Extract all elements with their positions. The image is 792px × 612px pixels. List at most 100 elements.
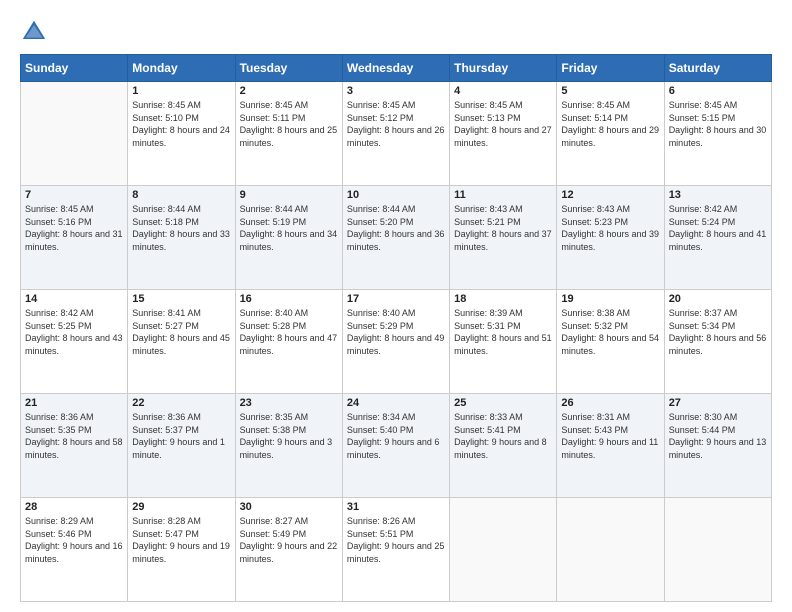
day-info: Sunrise: 8:26 AM Sunset: 5:51 PM Dayligh…: [347, 515, 445, 565]
day-info: Sunrise: 8:28 AM Sunset: 5:47 PM Dayligh…: [132, 515, 230, 565]
day-info: Sunrise: 8:45 AM Sunset: 5:14 PM Dayligh…: [561, 99, 659, 149]
day-info: Sunrise: 8:45 AM Sunset: 5:13 PM Dayligh…: [454, 99, 552, 149]
day-number: 30: [240, 501, 338, 513]
day-info: Sunrise: 8:31 AM Sunset: 5:43 PM Dayligh…: [561, 411, 659, 461]
calendar-cell: 8 Sunrise: 8:44 AM Sunset: 5:18 PM Daylig…: [128, 186, 235, 290]
day-number: 11: [454, 189, 552, 201]
day-number: 20: [669, 293, 767, 305]
calendar-cell: 21Sunrise: 8:36 AM Sunset: 5:35 PM Dayli…: [21, 394, 128, 498]
day-number: 7: [25, 189, 123, 201]
day-number: 12: [561, 189, 659, 201]
day-number: 4: [454, 85, 552, 97]
calendar-cell: 3 Sunrise: 8:45 AM Sunset: 5:12 PM Daylig…: [342, 82, 449, 186]
day-info: Sunrise: 8:36 AM Sunset: 5:37 PM Dayligh…: [132, 411, 230, 461]
calendar-cell: 11 Sunrise: 8:43 AM Sunset: 5:21 PM Dayli…: [450, 186, 557, 290]
day-number: 19: [561, 293, 659, 305]
day-number: 5: [561, 85, 659, 97]
day-info: Sunrise: 8:40 AM Sunset: 5:28 PM Dayligh…: [240, 307, 338, 357]
day-number: 31: [347, 501, 445, 513]
calendar-header-row: SundayMondayTuesdayWednesdayThursdayFrid…: [21, 55, 772, 82]
calendar-cell: 6 Sunrise: 8:45 AM Sunset: 5:15 PM Daylig…: [664, 82, 771, 186]
calendar-header-sunday: Sunday: [21, 55, 128, 82]
calendar-cell: 2Sunrise: 8:45 AM Sunset: 5:11 PM Daylig…: [235, 82, 342, 186]
calendar-header-tuesday: Tuesday: [235, 55, 342, 82]
calendar-week-row: 7 Sunrise: 8:45 AM Sunset: 5:16 PM Daylig…: [21, 186, 772, 290]
day-number: 28: [25, 501, 123, 513]
calendar-header-thursday: Thursday: [450, 55, 557, 82]
calendar-cell: 5 Sunrise: 8:45 AM Sunset: 5:14 PM Daylig…: [557, 82, 664, 186]
day-number: 15: [132, 293, 230, 305]
day-number: 1: [132, 85, 230, 97]
calendar-cell: 25Sunrise: 8:33 AM Sunset: 5:41 PM Dayli…: [450, 394, 557, 498]
calendar-cell: 12 Sunrise: 8:43 AM Sunset: 5:23 PM Dayli…: [557, 186, 664, 290]
day-number: 29: [132, 501, 230, 513]
calendar-week-row: 14 Sunrise: 8:42 AM Sunset: 5:25 PM Dayli…: [21, 290, 772, 394]
calendar-header-saturday: Saturday: [664, 55, 771, 82]
calendar-cell: 27Sunrise: 8:30 AM Sunset: 5:44 PM Dayli…: [664, 394, 771, 498]
day-info: Sunrise: 8:44 AM Sunset: 5:19 PM Dayligh…: [240, 203, 338, 253]
calendar-cell: 16 Sunrise: 8:40 AM Sunset: 5:28 PM Dayli…: [235, 290, 342, 394]
day-info: Sunrise: 8:33 AM Sunset: 5:41 PM Dayligh…: [454, 411, 552, 461]
calendar-cell: 20Sunrise: 8:37 AM Sunset: 5:34 PM Dayli…: [664, 290, 771, 394]
day-number: 16: [240, 293, 338, 305]
day-info: Sunrise: 8:42 AM Sunset: 5:25 PM Dayligh…: [25, 307, 123, 357]
day-info: Sunrise: 8:42 AM Sunset: 5:24 PM Dayligh…: [669, 203, 767, 253]
calendar-cell: 29 Sunrise: 8:28 AM Sunset: 5:47 PM Dayli…: [128, 498, 235, 602]
calendar-cell: 9 Sunrise: 8:44 AM Sunset: 5:19 PM Daylig…: [235, 186, 342, 290]
day-number: 13: [669, 189, 767, 201]
day-info: Sunrise: 8:45 AM Sunset: 5:12 PM Dayligh…: [347, 99, 445, 149]
day-info: Sunrise: 8:44 AM Sunset: 5:20 PM Dayligh…: [347, 203, 445, 253]
logo-icon: [20, 18, 48, 46]
day-info: Sunrise: 8:40 AM Sunset: 5:29 PM Dayligh…: [347, 307, 445, 357]
day-info: Sunrise: 8:38 AM Sunset: 5:32 PM Dayligh…: [561, 307, 659, 357]
page: SundayMondayTuesdayWednesdayThursdayFrid…: [0, 0, 792, 612]
calendar-week-row: 28 Sunrise: 8:29 AM Sunset: 5:46 PM Dayli…: [21, 498, 772, 602]
calendar-cell: 17Sunrise: 8:40 AM Sunset: 5:29 PM Dayli…: [342, 290, 449, 394]
calendar-cell: [664, 498, 771, 602]
day-number: 27: [669, 397, 767, 409]
day-info: Sunrise: 8:45 AM Sunset: 5:15 PM Dayligh…: [669, 99, 767, 149]
calendar-cell: [557, 498, 664, 602]
calendar-week-row: 21Sunrise: 8:36 AM Sunset: 5:35 PM Dayli…: [21, 394, 772, 498]
calendar-cell: 24 Sunrise: 8:34 AM Sunset: 5:40 PM Dayli…: [342, 394, 449, 498]
day-number: 2: [240, 85, 338, 97]
calendar-cell: 4 Sunrise: 8:45 AM Sunset: 5:13 PM Daylig…: [450, 82, 557, 186]
calendar-cell: 26 Sunrise: 8:31 AM Sunset: 5:43 PM Dayli…: [557, 394, 664, 498]
day-number: 9: [240, 189, 338, 201]
day-info: Sunrise: 8:43 AM Sunset: 5:23 PM Dayligh…: [561, 203, 659, 253]
day-info: Sunrise: 8:45 AM Sunset: 5:10 PM Dayligh…: [132, 99, 230, 149]
day-number: 3: [347, 85, 445, 97]
calendar-cell: 31 Sunrise: 8:26 AM Sunset: 5:51 PM Dayli…: [342, 498, 449, 602]
calendar-cell: 23 Sunrise: 8:35 AM Sunset: 5:38 PM Dayli…: [235, 394, 342, 498]
day-number: 26: [561, 397, 659, 409]
day-info: Sunrise: 8:43 AM Sunset: 5:21 PM Dayligh…: [454, 203, 552, 253]
day-number: 6: [669, 85, 767, 97]
logo: [20, 18, 54, 46]
calendar-cell: 18Sunrise: 8:39 AM Sunset: 5:31 PM Dayli…: [450, 290, 557, 394]
day-number: 14: [25, 293, 123, 305]
calendar-cell: 7 Sunrise: 8:45 AM Sunset: 5:16 PM Daylig…: [21, 186, 128, 290]
calendar-cell: 14 Sunrise: 8:42 AM Sunset: 5:25 PM Dayli…: [21, 290, 128, 394]
day-info: Sunrise: 8:45 AM Sunset: 5:16 PM Dayligh…: [25, 203, 123, 253]
calendar-cell: 13 Sunrise: 8:42 AM Sunset: 5:24 PM Dayli…: [664, 186, 771, 290]
day-number: 23: [240, 397, 338, 409]
calendar-table: SundayMondayTuesdayWednesdayThursdayFrid…: [20, 54, 772, 602]
calendar-cell: [21, 82, 128, 186]
day-info: Sunrise: 8:29 AM Sunset: 5:46 PM Dayligh…: [25, 515, 123, 565]
day-number: 22: [132, 397, 230, 409]
calendar-header-wednesday: Wednesday: [342, 55, 449, 82]
calendar-header-monday: Monday: [128, 55, 235, 82]
day-number: 24: [347, 397, 445, 409]
header: [20, 18, 772, 46]
day-info: Sunrise: 8:39 AM Sunset: 5:31 PM Dayligh…: [454, 307, 552, 357]
day-info: Sunrise: 8:27 AM Sunset: 5:49 PM Dayligh…: [240, 515, 338, 565]
day-info: Sunrise: 8:34 AM Sunset: 5:40 PM Dayligh…: [347, 411, 445, 461]
calendar-cell: 28 Sunrise: 8:29 AM Sunset: 5:46 PM Dayli…: [21, 498, 128, 602]
calendar-header-friday: Friday: [557, 55, 664, 82]
calendar-cell: 22 Sunrise: 8:36 AM Sunset: 5:37 PM Dayli…: [128, 394, 235, 498]
calendar-cell: 19 Sunrise: 8:38 AM Sunset: 5:32 PM Dayli…: [557, 290, 664, 394]
day-info: Sunrise: 8:44 AM Sunset: 5:18 PM Dayligh…: [132, 203, 230, 253]
day-info: Sunrise: 8:35 AM Sunset: 5:38 PM Dayligh…: [240, 411, 338, 461]
calendar-cell: [450, 498, 557, 602]
day-number: 8: [132, 189, 230, 201]
